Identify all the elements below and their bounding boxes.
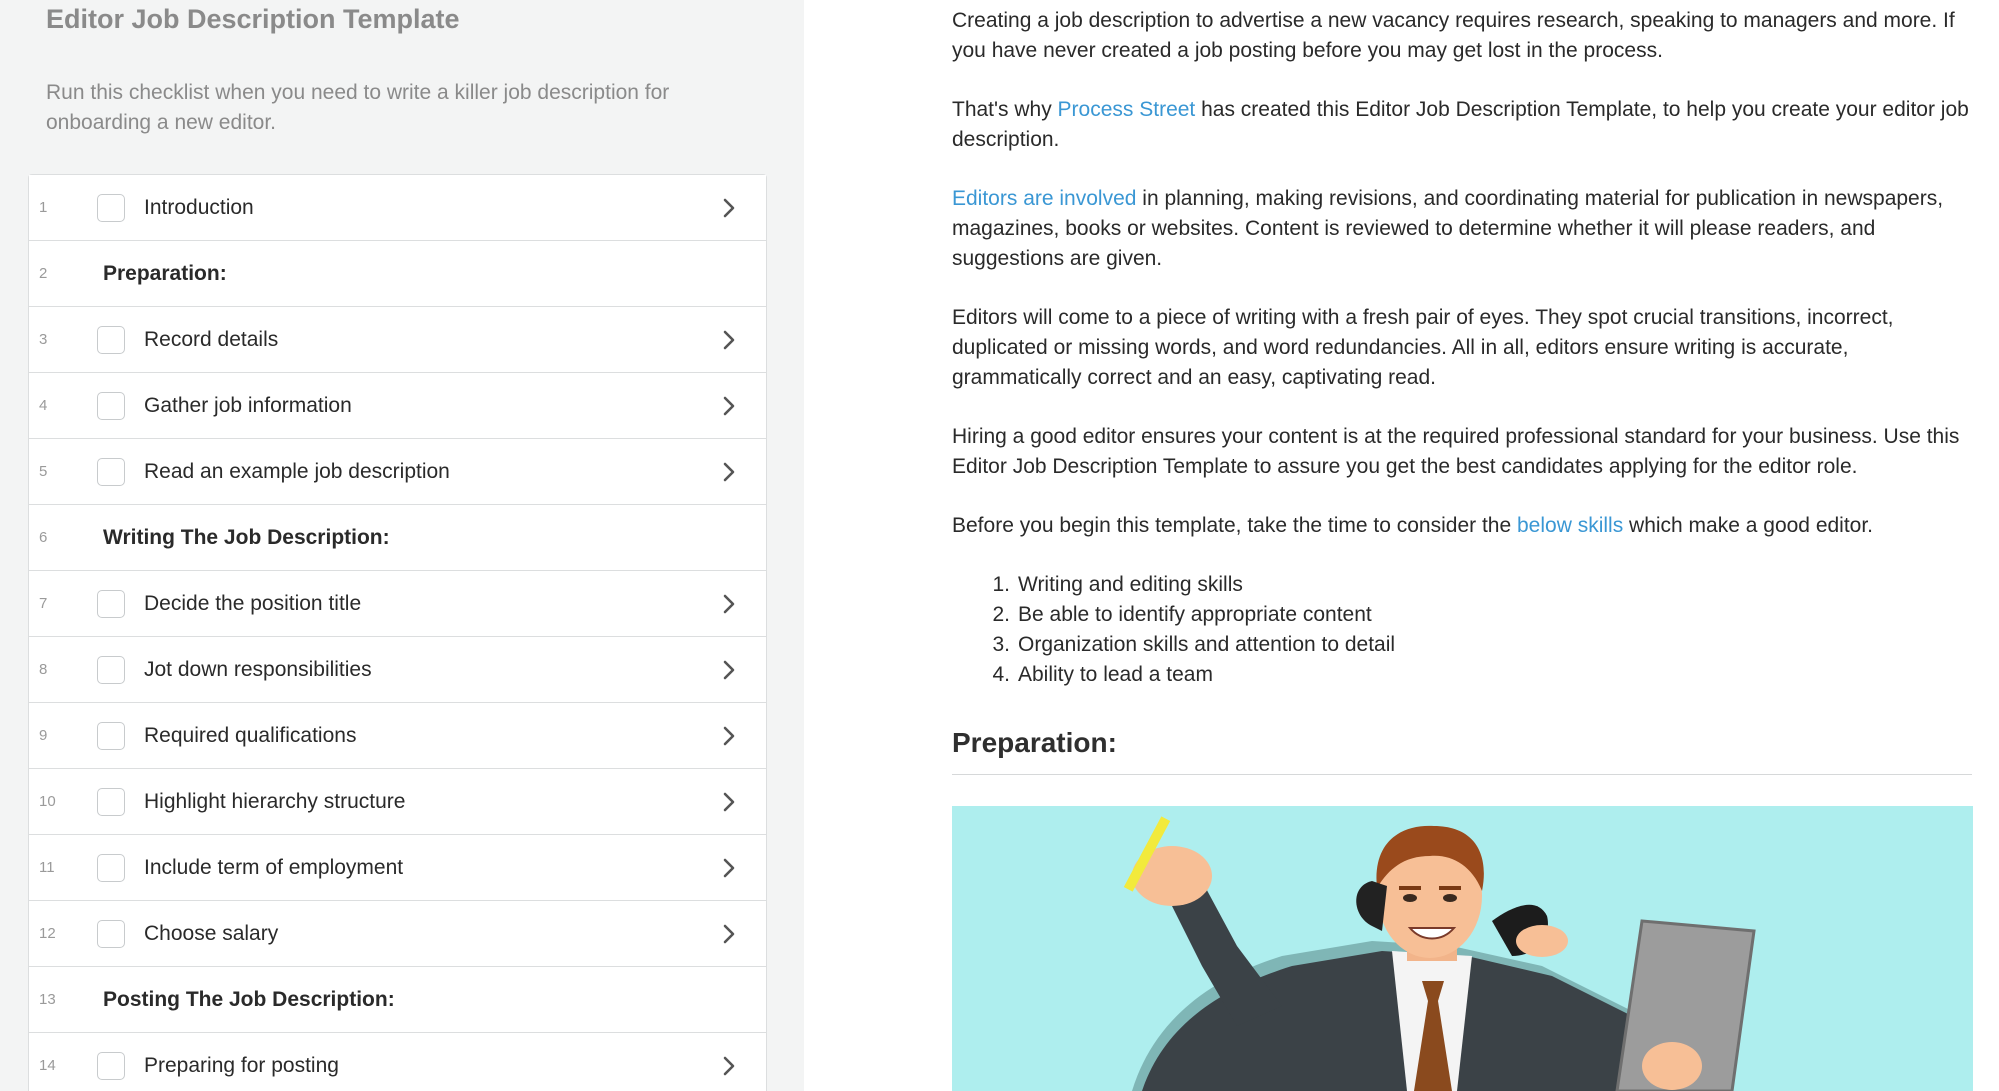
- task-label: Decide the position title: [144, 591, 362, 615]
- task-row[interactable]: 12 Choose salary: [29, 901, 766, 967]
- checklist-sidebar: Editor Job Description Template Run this…: [0, 0, 804, 1091]
- task-row[interactable]: 4 Gather job information: [29, 373, 766, 439]
- task-checkbox[interactable]: [97, 391, 125, 420]
- task-checkbox[interactable]: [97, 1051, 125, 1080]
- intro-paragraph-3: Editors are involved in planning, making…: [952, 184, 1972, 274]
- list-number: 2.: [992, 603, 1010, 626]
- list-number: 4.: [992, 663, 1010, 686]
- businessman-illustration: [1123, 816, 1756, 1091]
- task-checkbox[interactable]: [97, 325, 125, 354]
- task-label: Preparation:: [103, 261, 227, 285]
- list-item: 2. Be able to identify appropriate conten…: [952, 600, 1395, 630]
- task-number: 12: [39, 925, 56, 942]
- task-label: Required qualifications: [144, 723, 357, 747]
- chevron-right-icon[interactable]: [718, 725, 740, 747]
- task-heading-row[interactable]: 13 Posting The Job Description:: [29, 967, 766, 1033]
- task-number: 10: [39, 793, 56, 810]
- divider: [952, 774, 1972, 775]
- task-list: 1 Introduction 2 Preparation: 3 Record detail…: [28, 174, 767, 1091]
- task-number: 6: [39, 529, 48, 546]
- task-checkbox[interactable]: [97, 721, 125, 750]
- task-label: Introduction: [144, 195, 254, 219]
- task-label: Preparing for posting: [144, 1053, 339, 1077]
- task-number: 7: [39, 595, 48, 612]
- intro-paragraph-4: Editors will come to a piece of writing …: [952, 306, 1894, 389]
- task-number: 14: [39, 1057, 56, 1074]
- list-item: 3. Organization skills and attention to d…: [952, 630, 1395, 660]
- task-number: 1: [39, 199, 48, 216]
- intro-paragraph-5: Hiring a good editor ensures your conten…: [952, 425, 1960, 478]
- task-label: Gather job information: [144, 393, 352, 417]
- chevron-right-icon[interactable]: [718, 395, 740, 417]
- task-label: Jot down responsibilities: [144, 657, 372, 681]
- task-label: Record details: [144, 327, 279, 351]
- below-skills-link[interactable]: below skills: [1517, 514, 1623, 537]
- task-number: 3: [39, 331, 48, 348]
- task-number: 9: [39, 727, 48, 744]
- task-checkbox[interactable]: [97, 787, 125, 816]
- intro-paragraph-2: That's why Process Street has created th…: [952, 95, 1972, 155]
- list-text: Organization skills and attention to det…: [1018, 633, 1396, 656]
- task-row[interactable]: 5 Read an example job description: [29, 439, 766, 505]
- intro-paragraph-1: Creating a job description to advertise …: [952, 9, 1955, 62]
- task-row[interactable]: 10 Highlight hierarchy structure: [29, 769, 766, 835]
- task-number: 4: [39, 397, 48, 414]
- list-number: 1.: [992, 573, 1010, 596]
- list-text: Be able to identify appropriate content: [1018, 603, 1372, 626]
- task-label: Posting The Job Description:: [103, 987, 395, 1011]
- task-label: Writing The Job Description:: [103, 525, 390, 549]
- task-checkbox[interactable]: [97, 655, 125, 684]
- paragraph-text: which make a good editor.: [1623, 514, 1874, 537]
- list-number: 3.: [992, 633, 1010, 656]
- task-checkbox[interactable]: [97, 457, 125, 486]
- intro-paragraph-6: Before you begin this template, take the…: [952, 511, 1972, 541]
- paragraph-text: Before you begin this template, take the…: [952, 514, 1517, 537]
- task-row[interactable]: 8 Jot down responsibilities: [29, 637, 766, 703]
- list-text: Writing and editing skills: [1018, 573, 1243, 596]
- task-label: Highlight hierarchy structure: [144, 789, 406, 813]
- task-row[interactable]: 3 Record details: [29, 307, 766, 373]
- section-heading: Preparation:: [952, 727, 1117, 758]
- task-checkbox[interactable]: [97, 853, 125, 882]
- list-text: Ability to lead a team: [1018, 663, 1213, 686]
- editors-involved-link[interactable]: Editors are involved: [952, 187, 1136, 210]
- chevron-right-icon[interactable]: [718, 329, 740, 351]
- chevron-right-icon[interactable]: [718, 659, 740, 681]
- chevron-right-icon[interactable]: [718, 197, 740, 219]
- task-row[interactable]: 9 Required qualifications: [29, 703, 766, 769]
- task-number: 2: [39, 265, 48, 282]
- task-heading-row[interactable]: 6 Writing The Job Description:: [29, 505, 766, 571]
- chevron-right-icon[interactable]: [718, 593, 740, 615]
- list-item: 1. Writing and editing skills: [952, 570, 1395, 600]
- task-number: 11: [39, 859, 55, 876]
- process-street-link[interactable]: Process Street: [1058, 98, 1196, 121]
- template-description: Run this checklist when you need to writ…: [46, 81, 670, 134]
- editor-illustration: [952, 806, 1973, 1091]
- task-label: Read an example job description: [144, 459, 450, 483]
- task-label: Choose salary: [144, 921, 279, 945]
- paragraph-text: That's why: [952, 98, 1058, 121]
- task-row[interactable]: 1 Introduction: [29, 175, 766, 241]
- task-checkbox[interactable]: [97, 589, 125, 618]
- task-label: Include term of employment: [144, 855, 404, 879]
- task-checkbox[interactable]: [97, 919, 125, 948]
- chevron-right-icon[interactable]: [718, 461, 740, 483]
- chevron-right-icon[interactable]: [718, 857, 740, 879]
- chevron-right-icon[interactable]: [718, 791, 740, 813]
- task-row[interactable]: 7 Decide the position title: [29, 571, 766, 637]
- task-row[interactable]: 11 Include term of employment: [29, 835, 766, 901]
- list-item: 4. Ability to lead a team: [952, 660, 1395, 690]
- task-number: 5: [39, 463, 48, 480]
- task-heading-row[interactable]: 2 Preparation:: [29, 241, 766, 307]
- template-title: Editor Job Description Template: [46, 4, 460, 34]
- chevron-right-icon[interactable]: [718, 923, 740, 945]
- task-number: 13: [39, 991, 56, 1008]
- task-checkbox[interactable]: [97, 193, 125, 222]
- chevron-right-icon[interactable]: [718, 1055, 740, 1077]
- task-number: 8: [39, 661, 48, 678]
- task-row[interactable]: 14 Preparing for posting: [29, 1033, 766, 1091]
- skills-list: 1. Writing and editing skills 2. Be able t…: [952, 570, 1395, 690]
